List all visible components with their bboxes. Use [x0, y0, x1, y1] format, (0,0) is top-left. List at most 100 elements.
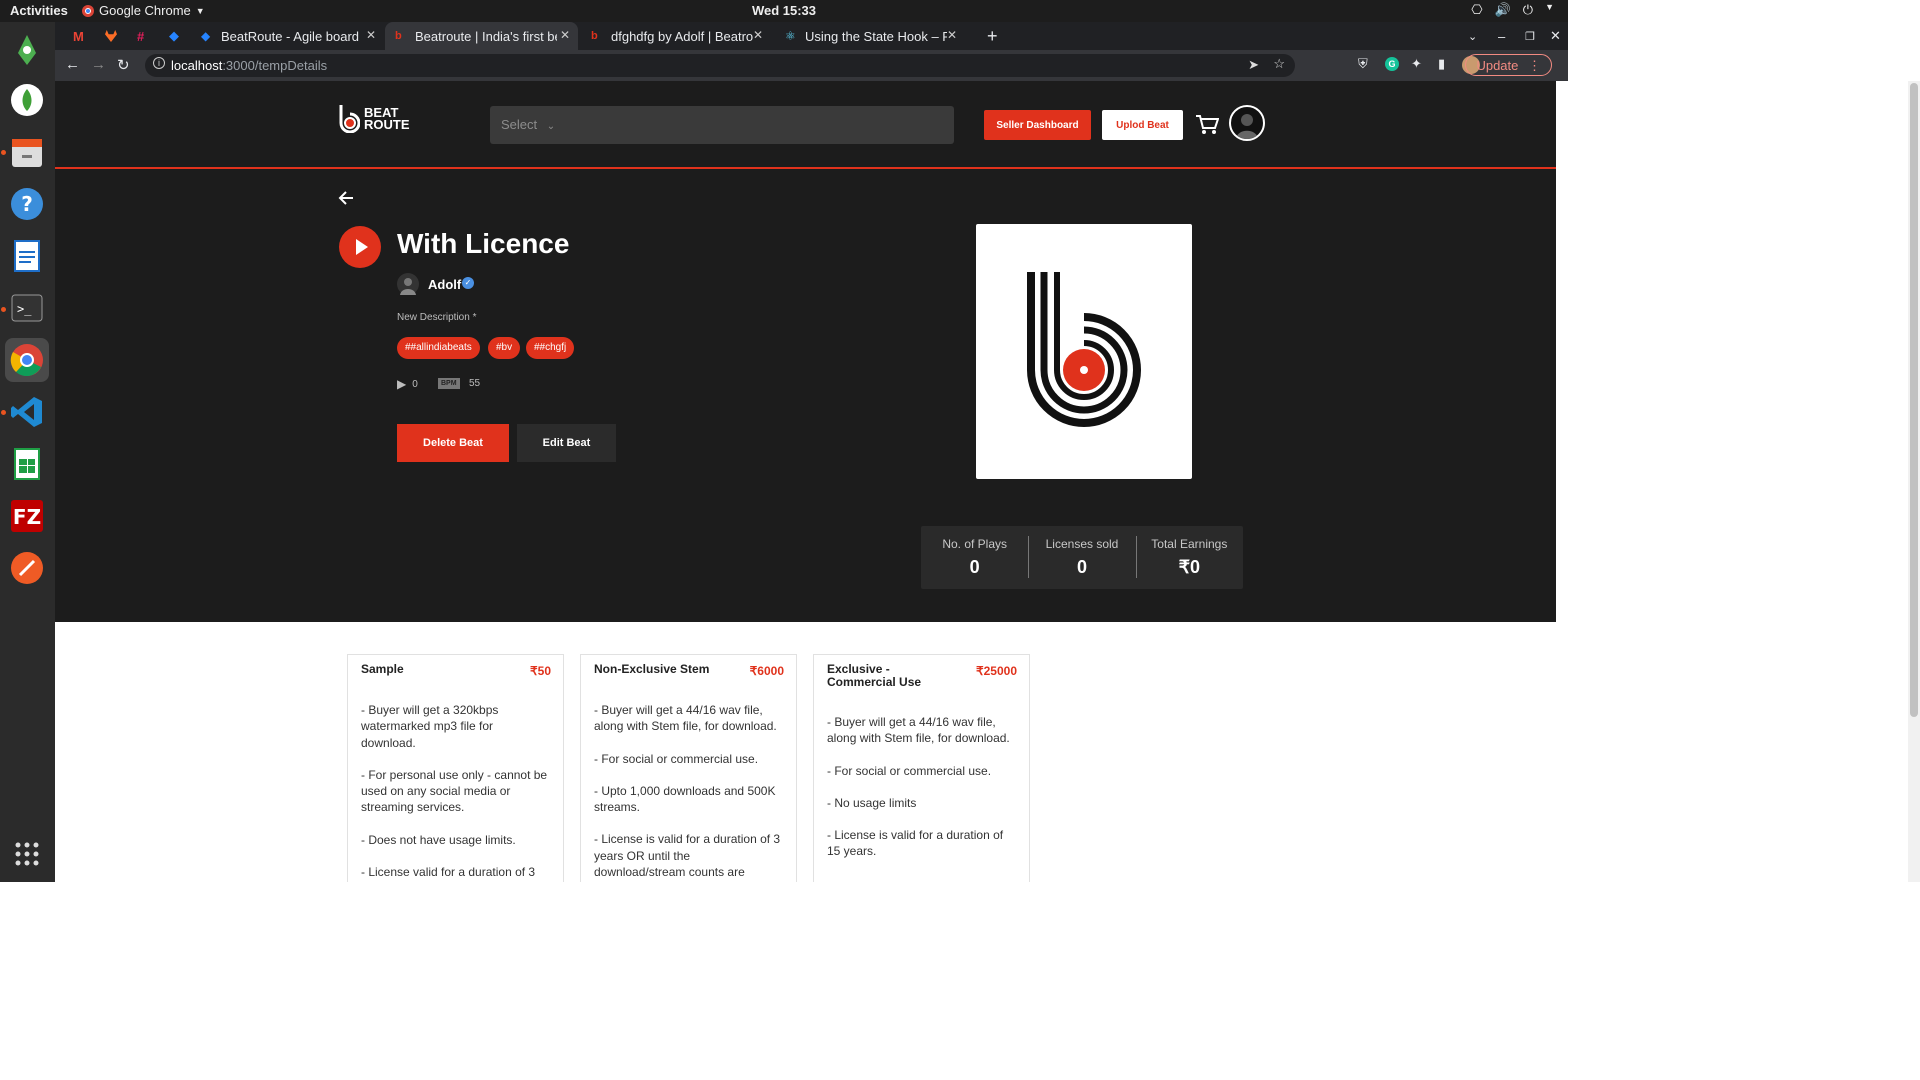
license-item: - No usage limits [827, 795, 917, 810]
network-icon: ⎔ [1471, 2, 1483, 17]
beatroute-logo-icon [1027, 272, 1141, 427]
grammarly-icon[interactable]: G [1385, 57, 1399, 71]
logo-text: BEAT ROUTE [364, 106, 410, 132]
dock-postman[interactable] [5, 546, 49, 590]
license-item: - Buyer will get a 44/16 wav file, along… [594, 703, 777, 734]
logo-line2: ROUTE [364, 117, 410, 132]
pinned-tab-jira[interactable]: ◆ [159, 22, 189, 50]
dock-terminal[interactable]: >_ [5, 286, 49, 330]
dock-help[interactable]: ? [5, 182, 49, 226]
tag-chip[interactable]: ##allindiabeats [397, 337, 480, 359]
url-host: localhost [171, 58, 223, 73]
chevron-down-icon: ⌄ [1468, 30, 1478, 43]
document-icon [14, 240, 40, 272]
close-icon[interactable]: ✕ [947, 28, 957, 42]
pinned-tab-slack[interactable]: # [127, 22, 157, 50]
close-icon[interactable]: ✕ [560, 28, 570, 42]
cart-icon[interactable] [1195, 113, 1219, 135]
license-details: - Buyer will get a 320kbps watermarked m… [361, 702, 550, 880]
license-card-non-exclusive[interactable]: Non-Exclusive Stem ₹6000 - Buyer will ge… [580, 654, 797, 882]
bookmark-star-icon[interactable]: ☆ [1273, 56, 1285, 72]
beat-artwork [976, 224, 1192, 479]
stat-licenses: Licenses sold 0 [1028, 526, 1135, 589]
svg-text:?: ? [21, 192, 33, 216]
web-page: BEAT ROUTE Select ⌄ Seller Dashboard Uplo… [55, 81, 1556, 882]
back-arrow-icon[interactable] [337, 189, 355, 207]
play-button[interactable] [339, 226, 381, 268]
stat-value: 0 [969, 557, 980, 577]
reload-icon[interactable]: ↻ [117, 56, 130, 74]
tab-agile-board[interactable]: ◆ BeatRoute - Agile board - ✕ [191, 22, 384, 50]
show-apps-button[interactable] [5, 832, 49, 876]
tag-chip[interactable]: #bv [488, 337, 521, 359]
file-cabinet-icon [12, 139, 42, 167]
license-item: - For social or commercial use. [827, 763, 992, 778]
pinned-tab-gmail[interactable]: M [63, 22, 93, 50]
dock-filezilla[interactable]: FZ [5, 494, 49, 538]
tab-dfghdfg[interactable]: b dfghdfg by Adolf | Beatro ✕ [581, 22, 771, 50]
maximize-button[interactable]: ❐ [1515, 22, 1535, 50]
update-label: Update [1476, 58, 1519, 73]
seller-dashboard-button[interactable]: Seller Dashboard [984, 110, 1091, 140]
avatar-image [1236, 114, 1258, 139]
tab-label: Using the State Hook – Re [805, 28, 947, 44]
delete-beat-button[interactable]: Delete Beat [397, 424, 509, 462]
gmail-icon: M [73, 28, 84, 44]
back-arrow-icon[interactable]: ← [65, 56, 80, 73]
address-bar[interactable]: i localhost:3000/tempDetails ➤ ☆ [145, 54, 1295, 77]
close-icon[interactable]: ✕ [753, 28, 763, 42]
beat-description: New Description * [397, 312, 477, 323]
license-card-exclusive[interactable]: Exclusive - Commercial Use ₹25000 - Buye… [813, 654, 1030, 882]
stat-label: Licenses sold [1045, 537, 1119, 551]
scrollbar-thumb[interactable] [1910, 83, 1918, 717]
chevron-down-icon: ⌄ [546, 121, 556, 132]
license-price: ₹25000 [975, 664, 1017, 678]
dock-calc[interactable] [5, 442, 49, 486]
shield-icon[interactable]: ⛨ [1358, 56, 1368, 72]
dock-files[interactable] [5, 130, 49, 174]
upload-beat-button[interactable]: Uplod Beat [1102, 110, 1183, 140]
window-close-button[interactable]: ✕ [1540, 22, 1561, 50]
sidepanel-icon[interactable]: ▮ [1438, 56, 1445, 72]
site-logo[interactable]: BEAT ROUTE [338, 105, 410, 133]
update-button[interactable]: Update ⋮ [1465, 54, 1552, 76]
license-card-sample[interactable]: Sample ₹50 - Buyer will get a 320kbps wa… [347, 654, 564, 882]
user-avatar[interactable] [1229, 105, 1265, 141]
tab-react-state-hook[interactable]: ⚛ Using the State Hook – Re ✕ [775, 22, 965, 50]
stat-plays: No. of Plays 0 [921, 526, 1028, 589]
chrome-icon [10, 344, 43, 377]
dock-vscode[interactable] [5, 390, 49, 434]
send-icon[interactable]: ➤ [1248, 57, 1259, 73]
clock[interactable]: Wed 15:33 [0, 3, 1568, 18]
avatar-image [400, 278, 416, 295]
extensions-puzzle-icon[interactable]: ✦ [1411, 56, 1422, 72]
play-icon [356, 239, 368, 255]
tab-beatroute[interactable]: b Beatroute | India's first be ✕ [385, 22, 578, 50]
search-select[interactable]: Select ⌄ [490, 106, 954, 144]
edit-beat-button[interactable]: Edit Beat [517, 424, 616, 462]
artist-avatar[interactable] [397, 273, 419, 295]
forward-arrow-icon[interactable]: → [91, 56, 106, 73]
close-icon[interactable]: ✕ [366, 28, 376, 42]
page-scrollbar[interactable] [1908, 81, 1920, 882]
license-item: - Buyer will get a 44/16 wav file, along… [827, 715, 1010, 746]
beatroute-logo-icon [339, 105, 360, 133]
minimize-button[interactable]: – [1488, 22, 1508, 50]
tag-chip[interactable]: ##chgfj [526, 337, 575, 359]
tab-search-button[interactable]: ⌄ [1458, 22, 1478, 50]
os-top-bar: Activities Google Chrome ▼ Wed 15:33 ⎔ 🔊… [0, 0, 1568, 22]
dock-mongodb[interactable] [5, 78, 49, 122]
license-title: Exclusive - Commercial Use [827, 662, 922, 689]
license-item: - For personal use only - cannot be used… [361, 767, 548, 815]
dock-chrome[interactable] [5, 338, 49, 382]
spreadsheet-icon [14, 448, 40, 480]
system-tray[interactable]: ⎔ 🔊 ⏻ ▼ [1471, 2, 1554, 18]
beat-hero: BEAT ROUTE Select ⌄ Seller Dashboard Uplo… [55, 81, 1556, 622]
pinned-tab-gitlab[interactable] [95, 22, 125, 50]
dock-writer[interactable] [5, 234, 49, 278]
artist-name[interactable]: Adolf [428, 277, 461, 292]
more-vert-icon: ⋮ [1528, 58, 1541, 73]
license-details: - Buyer will get a 44/16 wav file, along… [594, 702, 783, 880]
dock-rocket-app[interactable] [5, 28, 49, 72]
new-tab-button[interactable]: + [977, 22, 1005, 50]
